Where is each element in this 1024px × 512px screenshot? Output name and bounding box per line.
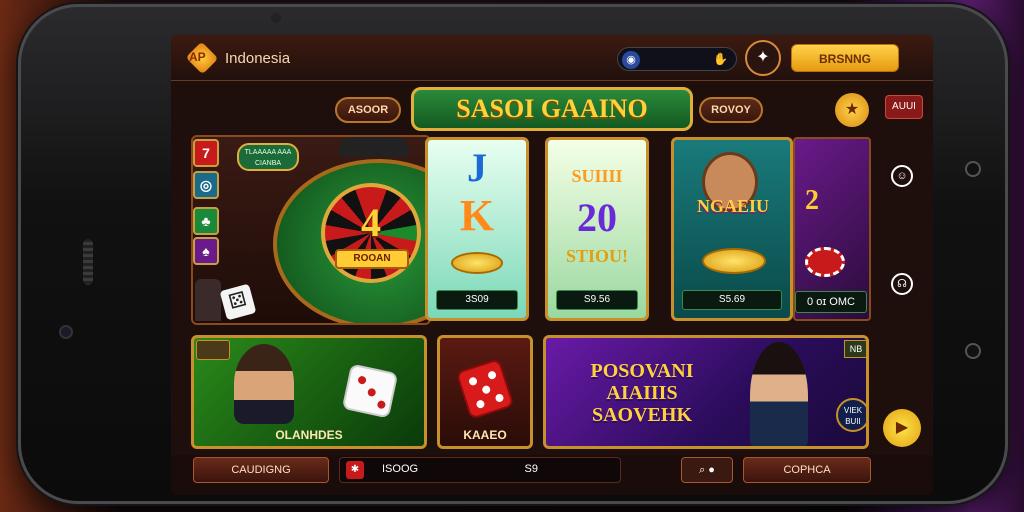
card-badge-icon	[196, 340, 230, 360]
featured-game-value: S5.69	[682, 290, 782, 310]
bet-field-value: S9	[524, 463, 538, 475]
featured-game-panel[interactable]: NGAEIU S5.69	[671, 137, 793, 321]
support-icon[interactable]: ☊	[891, 273, 913, 295]
phone-speaker	[83, 239, 93, 285]
coin-icon	[702, 248, 766, 274]
coin-icon	[451, 252, 503, 274]
play-icon[interactable]: ▶	[883, 409, 921, 447]
phone-camera-dot	[59, 325, 73, 339]
dice-icon: ⚄	[219, 283, 257, 321]
roulette-label-chip: TLAAAAA AAA CIANBA	[237, 143, 299, 171]
user-icon[interactable]: ✦	[745, 40, 781, 76]
front-camera	[271, 13, 281, 23]
featured-game-title: NGAEIU	[696, 196, 769, 216]
left-nav-button[interactable]: ASOOR	[335, 97, 401, 123]
reel-symbol-number: 20	[577, 195, 617, 240]
chat-icon[interactable]: ☺	[891, 165, 913, 187]
hostess-avatar	[750, 342, 808, 446]
side-game-number: 2	[805, 185, 819, 216]
category-icon-purple[interactable]: ♠	[193, 237, 219, 265]
title-row: ASOOR SASOI GAAINO ROVOY ★ AUUI	[171, 83, 933, 135]
phone-frame: AP Indonesia ◉ ✋ ✦ BRSNNG ASOOR SASOI GA…	[18, 4, 1008, 504]
roulette-number: 4	[361, 200, 381, 245]
brand-name: Indonesia	[225, 50, 291, 67]
red-tag-button[interactable]: AUUI	[885, 95, 923, 119]
phone-side-button-bottom	[965, 343, 981, 359]
reel-symbol-top: SUIIII	[571, 166, 623, 186]
app-logo-text: AP	[189, 50, 206, 64]
reel-symbol-j: J	[467, 145, 487, 190]
phone-side-button-top	[965, 161, 981, 177]
reel-symbol-k: K	[459, 191, 495, 240]
slot-reel-1[interactable]: J K 3S09	[425, 137, 529, 321]
side-game-value: 0 ᴏɪ OMC	[795, 291, 867, 313]
game-card-label: OLANHDES	[275, 428, 343, 442]
reel-value: 3S09	[436, 290, 518, 310]
game-card-dice-dealer[interactable]: OLANHDES	[191, 335, 427, 449]
dealer-hat-icon	[339, 137, 409, 157]
slot-reel-2[interactable]: SUIIII 20 STIOU! S9.56	[545, 137, 649, 321]
sound-right-icon: ✋	[713, 52, 728, 66]
promo-top-tag: NB	[844, 340, 866, 358]
app-screen: AP Indonesia ◉ ✋ ✦ BRSNNG ASOOR SASOI GA…	[171, 35, 933, 495]
bottom-right-button[interactable]: COPHCA	[743, 457, 871, 483]
speaker-icon[interactable]: ◉	[622, 51, 640, 69]
side-game-panel[interactable]: 2 0 ᴏɪ OMC	[793, 137, 871, 321]
category-icon-blue[interactable]: ◎	[193, 171, 219, 199]
reel-symbol-bottom: STIOU!	[565, 246, 628, 266]
sound-control[interactable]: ◉ ✋	[617, 47, 737, 71]
dice-icon	[341, 363, 399, 419]
casino-chip-icon	[805, 247, 845, 277]
game-card-promo[interactable]: POSOVANI AIAIIIS SAOVEHK VIEK BUII NB	[543, 335, 869, 449]
game-card-dice[interactable]: KAAEO	[437, 335, 533, 449]
category-icon-green[interactable]: ♣	[193, 207, 219, 235]
search-icon[interactable]: ⌕ ●	[681, 457, 733, 483]
bet-field[interactable]: ✱ ISOOG S9	[339, 457, 621, 483]
star-icon[interactable]: ★	[835, 93, 869, 127]
dealer-avatar	[234, 344, 294, 424]
dealer-avatar	[195, 279, 221, 321]
roulette-panel[interactable]: 4 ROOAN TLAAAAA AAA CIANBA ⚄	[191, 135, 431, 325]
side-rail: ☺ ☊	[879, 135, 929, 325]
dice-icon: ✱	[346, 461, 364, 479]
right-nav-button[interactable]: ROVOY	[699, 97, 763, 123]
bottom-bar: CAUDIGNG ✱ ISOOG S9 ⌕ ● COPHCA	[171, 455, 933, 495]
category-icon-cards[interactable]: 7	[193, 139, 219, 167]
game-title: SASOI GAAINO	[411, 87, 693, 131]
promo-badge: VIEK BUII	[836, 398, 866, 432]
bet-field-label: ISOOG	[382, 463, 419, 475]
promo-title: POSOVANI AIAIIIS SAOVEHK	[590, 360, 694, 426]
roulette-tag: ROOAN	[335, 249, 409, 269]
top-bar: AP Indonesia ◉ ✋ ✦ BRSNNG	[171, 35, 933, 81]
game-card-label: KAAEO	[463, 428, 507, 442]
reel-value: S9.56	[556, 290, 638, 310]
bottom-left-button[interactable]: CAUDIGNG	[193, 457, 329, 483]
top-action-button[interactable]: BRSNNG	[791, 44, 899, 72]
red-dice-icon	[455, 358, 515, 420]
